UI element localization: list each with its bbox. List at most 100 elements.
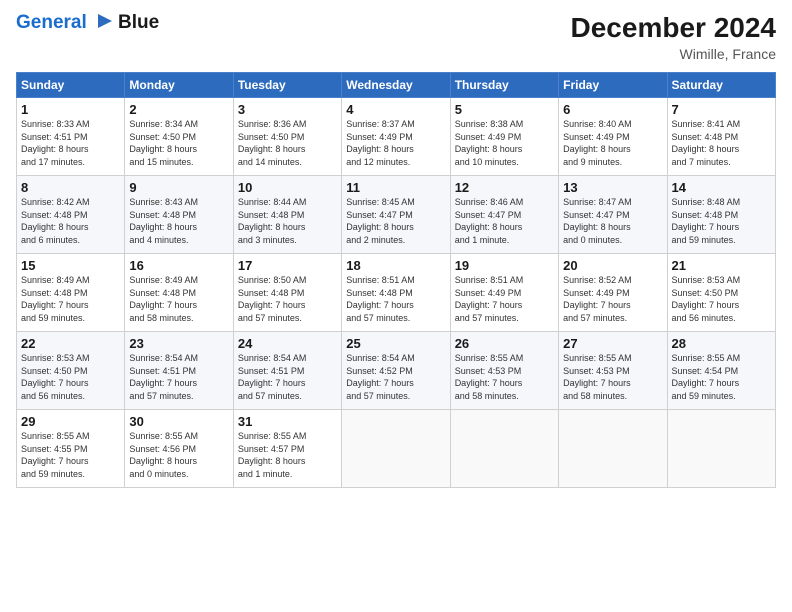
table-row: 10Sunrise: 8:44 AM Sunset: 4:48 PM Dayli… — [233, 176, 341, 254]
calendar-week-row: 8Sunrise: 8:42 AM Sunset: 4:48 PM Daylig… — [17, 176, 776, 254]
col-saturday: Saturday — [667, 73, 775, 98]
table-row: 15Sunrise: 8:49 AM Sunset: 4:48 PM Dayli… — [17, 254, 125, 332]
day-number: 27 — [563, 336, 662, 351]
table-row: 30Sunrise: 8:55 AM Sunset: 4:56 PM Dayli… — [125, 410, 233, 488]
day-info: Sunrise: 8:47 AM Sunset: 4:47 PM Dayligh… — [563, 196, 662, 246]
day-number: 9 — [129, 180, 228, 195]
day-info: Sunrise: 8:54 AM Sunset: 4:51 PM Dayligh… — [238, 352, 337, 402]
day-info: Sunrise: 8:55 AM Sunset: 4:56 PM Dayligh… — [129, 430, 228, 480]
day-number: 18 — [346, 258, 445, 273]
table-row: 6Sunrise: 8:40 AM Sunset: 4:49 PM Daylig… — [559, 98, 667, 176]
table-row: 1Sunrise: 8:33 AM Sunset: 4:51 PM Daylig… — [17, 98, 125, 176]
day-info: Sunrise: 8:34 AM Sunset: 4:50 PM Dayligh… — [129, 118, 228, 168]
day-number: 10 — [238, 180, 337, 195]
table-row: 29Sunrise: 8:55 AM Sunset: 4:55 PM Dayli… — [17, 410, 125, 488]
day-info: Sunrise: 8:44 AM Sunset: 4:48 PM Dayligh… — [238, 196, 337, 246]
table-row: 19Sunrise: 8:51 AM Sunset: 4:49 PM Dayli… — [450, 254, 558, 332]
table-row: 26Sunrise: 8:55 AM Sunset: 4:53 PM Dayli… — [450, 332, 558, 410]
day-info: Sunrise: 8:50 AM Sunset: 4:48 PM Dayligh… — [238, 274, 337, 324]
day-info: Sunrise: 8:52 AM Sunset: 4:49 PM Dayligh… — [563, 274, 662, 324]
day-info: Sunrise: 8:48 AM Sunset: 4:48 PM Dayligh… — [672, 196, 771, 246]
table-row — [450, 410, 558, 488]
day-info: Sunrise: 8:54 AM Sunset: 4:51 PM Dayligh… — [129, 352, 228, 402]
table-row: 24Sunrise: 8:54 AM Sunset: 4:51 PM Dayli… — [233, 332, 341, 410]
day-info: Sunrise: 8:43 AM Sunset: 4:48 PM Dayligh… — [129, 196, 228, 246]
day-number: 11 — [346, 180, 445, 195]
col-tuesday: Tuesday — [233, 73, 341, 98]
day-number: 13 — [563, 180, 662, 195]
day-number: 2 — [129, 102, 228, 117]
header: General Blue December 2024 Wimille, Fran… — [16, 12, 776, 62]
logo: General Blue — [16, 12, 159, 34]
col-friday: Friday — [559, 73, 667, 98]
day-info: Sunrise: 8:38 AM Sunset: 4:49 PM Dayligh… — [455, 118, 554, 168]
table-row — [667, 410, 775, 488]
title-area: December 2024 Wimille, France — [571, 12, 776, 62]
table-row: 21Sunrise: 8:53 AM Sunset: 4:50 PM Dayli… — [667, 254, 775, 332]
table-row: 16Sunrise: 8:49 AM Sunset: 4:48 PM Dayli… — [125, 254, 233, 332]
col-wednesday: Wednesday — [342, 73, 450, 98]
day-number: 24 — [238, 336, 337, 351]
calendar-table: Sunday Monday Tuesday Wednesday Thursday… — [16, 72, 776, 488]
table-row: 17Sunrise: 8:50 AM Sunset: 4:48 PM Dayli… — [233, 254, 341, 332]
day-number: 3 — [238, 102, 337, 117]
day-info: Sunrise: 8:55 AM Sunset: 4:57 PM Dayligh… — [238, 430, 337, 480]
col-thursday: Thursday — [450, 73, 558, 98]
day-info: Sunrise: 8:55 AM Sunset: 4:55 PM Dayligh… — [21, 430, 120, 480]
table-row: 8Sunrise: 8:42 AM Sunset: 4:48 PM Daylig… — [17, 176, 125, 254]
table-row — [559, 410, 667, 488]
day-number: 1 — [21, 102, 120, 117]
logo-general: General — [16, 12, 87, 33]
day-number: 20 — [563, 258, 662, 273]
day-info: Sunrise: 8:45 AM Sunset: 4:47 PM Dayligh… — [346, 196, 445, 246]
day-number: 14 — [672, 180, 771, 195]
day-info: Sunrise: 8:42 AM Sunset: 4:48 PM Dayligh… — [21, 196, 120, 246]
day-info: Sunrise: 8:55 AM Sunset: 4:53 PM Dayligh… — [455, 352, 554, 402]
table-row: 31Sunrise: 8:55 AM Sunset: 4:57 PM Dayli… — [233, 410, 341, 488]
day-info: Sunrise: 8:55 AM Sunset: 4:54 PM Dayligh… — [672, 352, 771, 402]
table-row: 5Sunrise: 8:38 AM Sunset: 4:49 PM Daylig… — [450, 98, 558, 176]
day-number: 4 — [346, 102, 445, 117]
day-number: 16 — [129, 258, 228, 273]
calendar-week-row: 22Sunrise: 8:53 AM Sunset: 4:50 PM Dayli… — [17, 332, 776, 410]
col-sunday: Sunday — [17, 73, 125, 98]
logo-flag-icon — [94, 12, 116, 34]
table-row: 12Sunrise: 8:46 AM Sunset: 4:47 PM Dayli… — [450, 176, 558, 254]
day-number: 26 — [455, 336, 554, 351]
day-info: Sunrise: 8:51 AM Sunset: 4:49 PM Dayligh… — [455, 274, 554, 324]
day-number: 21 — [672, 258, 771, 273]
day-info: Sunrise: 8:41 AM Sunset: 4:48 PM Dayligh… — [672, 118, 771, 168]
day-number: 28 — [672, 336, 771, 351]
day-number: 15 — [21, 258, 120, 273]
day-info: Sunrise: 8:46 AM Sunset: 4:47 PM Dayligh… — [455, 196, 554, 246]
day-info: Sunrise: 8:36 AM Sunset: 4:50 PM Dayligh… — [238, 118, 337, 168]
table-row: 2Sunrise: 8:34 AM Sunset: 4:50 PM Daylig… — [125, 98, 233, 176]
table-row: 4Sunrise: 8:37 AM Sunset: 4:49 PM Daylig… — [342, 98, 450, 176]
day-number: 17 — [238, 258, 337, 273]
day-number: 7 — [672, 102, 771, 117]
table-row: 13Sunrise: 8:47 AM Sunset: 4:47 PM Dayli… — [559, 176, 667, 254]
day-info: Sunrise: 8:51 AM Sunset: 4:48 PM Dayligh… — [346, 274, 445, 324]
month-title: December 2024 — [571, 12, 776, 44]
table-row — [342, 410, 450, 488]
day-info: Sunrise: 8:55 AM Sunset: 4:53 PM Dayligh… — [563, 352, 662, 402]
day-number: 29 — [21, 414, 120, 429]
day-number: 5 — [455, 102, 554, 117]
day-number: 22 — [21, 336, 120, 351]
day-number: 31 — [238, 414, 337, 429]
table-row: 7Sunrise: 8:41 AM Sunset: 4:48 PM Daylig… — [667, 98, 775, 176]
day-number: 6 — [563, 102, 662, 117]
day-info: Sunrise: 8:49 AM Sunset: 4:48 PM Dayligh… — [129, 274, 228, 324]
table-row: 9Sunrise: 8:43 AM Sunset: 4:48 PM Daylig… — [125, 176, 233, 254]
day-info: Sunrise: 8:33 AM Sunset: 4:51 PM Dayligh… — [21, 118, 120, 168]
col-monday: Monday — [125, 73, 233, 98]
table-row: 28Sunrise: 8:55 AM Sunset: 4:54 PM Dayli… — [667, 332, 775, 410]
day-info: Sunrise: 8:54 AM Sunset: 4:52 PM Dayligh… — [346, 352, 445, 402]
table-row: 18Sunrise: 8:51 AM Sunset: 4:48 PM Dayli… — [342, 254, 450, 332]
day-info: Sunrise: 8:40 AM Sunset: 4:49 PM Dayligh… — [563, 118, 662, 168]
calendar-header-row: Sunday Monday Tuesday Wednesday Thursday… — [17, 73, 776, 98]
table-row: 27Sunrise: 8:55 AM Sunset: 4:53 PM Dayli… — [559, 332, 667, 410]
day-info: Sunrise: 8:49 AM Sunset: 4:48 PM Dayligh… — [21, 274, 120, 324]
day-number: 8 — [21, 180, 120, 195]
day-number: 25 — [346, 336, 445, 351]
